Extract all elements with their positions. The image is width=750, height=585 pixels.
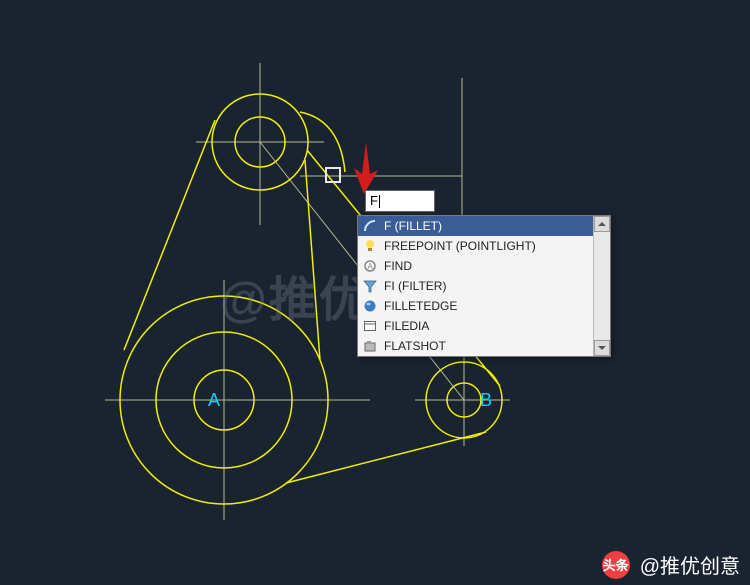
autocomplete-item[interactable]: FREEPOINT (POINTLIGHT) <box>358 236 610 256</box>
footer-author: @推优创意 <box>640 550 740 579</box>
scroll-up-button[interactable] <box>594 216 610 232</box>
autocomplete-item[interactable]: FLATSHOT <box>358 336 610 356</box>
fillet-arc-icon <box>362 218 378 234</box>
sphere-icon <box>362 298 378 314</box>
autocomplete-dropdown[interactable]: F (FILLET) FREEPOINT (POINTLIGHT) A FIND FI … <box>357 215 611 357</box>
command-input[interactable]: F <box>365 190 435 212</box>
scroll-down-button[interactable] <box>594 340 610 356</box>
label-b: B <box>480 390 492 410</box>
camera-box-icon <box>362 338 378 354</box>
autocomplete-item-label: FILEDIA <box>384 319 606 333</box>
autocomplete-item-label: FILLETEDGE <box>384 299 606 313</box>
funnel-icon <box>362 278 378 294</box>
autocomplete-item[interactable]: A FIND <box>358 256 610 276</box>
toutiao-logo-icon: 头条 <box>602 551 630 579</box>
footer-attribution: 头条 @推优创意 <box>602 550 740 579</box>
autocomplete-item[interactable]: FI (FILTER) <box>358 276 610 296</box>
autocomplete-item-label: FLATSHOT <box>384 339 606 353</box>
autocomplete-item[interactable]: FILLETEDGE <box>358 296 610 316</box>
autocomplete-item-label: F (FILLET) <box>384 219 606 233</box>
svg-text:A: A <box>368 262 374 271</box>
label-a: A <box>208 390 220 410</box>
autocomplete-item[interactable]: FILEDIA <box>358 316 610 336</box>
autocomplete-scrollbar[interactable] <box>593 216 610 356</box>
find-circle-icon: A <box>362 258 378 274</box>
lightbulb-icon <box>362 238 378 254</box>
autocomplete-item-label: FIND <box>384 259 606 273</box>
autocomplete-item-label: FREEPOINT (POINTLIGHT) <box>384 239 606 253</box>
autocomplete-item[interactable]: F (FILLET) <box>358 216 610 236</box>
command-input-value: F <box>370 193 378 208</box>
autocomplete-item-label: FI (FILTER) <box>384 279 606 293</box>
dialog-icon <box>362 318 378 334</box>
